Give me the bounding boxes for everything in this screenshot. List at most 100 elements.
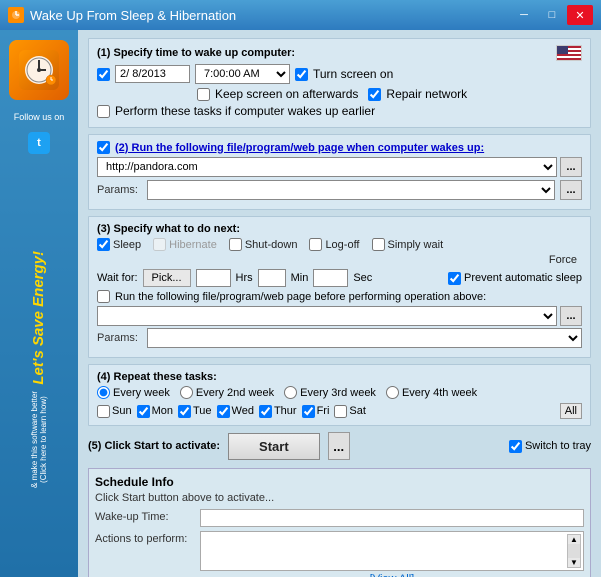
titlebar-buttons: ─ □ ✕ — [511, 5, 593, 25]
content-area: (1) Specify time to wake up computer: — [78, 30, 601, 577]
params2-label: Params: — [97, 332, 142, 344]
day-checkbox-thur[interactable] — [259, 405, 272, 418]
section-3: (3) Specify what to do next: Sleep Hiber… — [88, 216, 591, 358]
before-file-select[interactable] — [97, 306, 557, 326]
params-select[interactable] — [147, 180, 555, 200]
shutdown-option: Shut-down — [229, 238, 298, 251]
wakeup-value — [200, 509, 584, 527]
sidebar-main-text[interactable]: Let's Save Energy! — [31, 251, 48, 385]
schedule-info: Schedule Info Click Start button above t… — [88, 468, 591, 577]
day-item: Tue — [178, 405, 212, 418]
day-checkbox-sun[interactable] — [97, 405, 110, 418]
simply-wait-label: Simply wait — [388, 239, 444, 251]
url-select[interactable]: http://pandora.com — [97, 157, 557, 177]
start-dots-button[interactable]: ... — [328, 432, 350, 460]
every-4th-option: Every 4th week — [386, 386, 477, 399]
logoff-checkbox[interactable] — [309, 238, 322, 251]
start-button[interactable]: Start — [228, 433, 320, 460]
day-item: Sun — [97, 405, 132, 418]
scroll-down-button[interactable]: ▼ — [568, 558, 580, 567]
simply-wait-checkbox[interactable] — [372, 238, 385, 251]
keep-screen-checkbox[interactable] — [197, 88, 210, 101]
app-icon — [8, 7, 24, 23]
day-item: Thur — [259, 405, 297, 418]
every-week-radio[interactable] — [97, 386, 110, 399]
sidebar: Follow us on t Let's Save Energy! & make… — [0, 30, 78, 577]
every-2nd-option: Every 2nd week — [180, 386, 274, 399]
day-label-wed: Wed — [232, 405, 254, 417]
every-2nd-label: Every 2nd week — [196, 387, 274, 399]
min-input[interactable]: 5 — [258, 269, 286, 287]
time-select[interactable]: 7:00:00 AM — [195, 64, 290, 84]
pick-button[interactable]: Pick... — [143, 269, 191, 287]
run-file-before-checkbox[interactable] — [97, 290, 110, 303]
params2-select[interactable] — [147, 328, 582, 348]
section-1: (1) Specify time to wake up computer: — [88, 38, 591, 128]
sidebar-sub-text[interactable]: & make this software better(Click here t… — [30, 391, 48, 488]
date-input[interactable] — [115, 65, 190, 83]
all-days-button[interactable]: All — [560, 403, 582, 419]
every-2nd-radio[interactable] — [180, 386, 193, 399]
day-checkbox-tue[interactable] — [178, 405, 191, 418]
repair-network-label: Repair network — [386, 87, 467, 101]
every-4th-radio[interactable] — [386, 386, 399, 399]
turn-screen-on-label: Turn screen on — [313, 67, 393, 81]
close-button[interactable]: ✕ — [567, 5, 593, 25]
day-checkbox-mon[interactable] — [137, 405, 150, 418]
perform-tasks-label: Perform these tasks if computer wakes up… — [115, 104, 375, 118]
day-label-fri: Fri — [317, 405, 330, 417]
prevent-sleep-checkbox[interactable] — [448, 272, 461, 285]
date-checkbox[interactable] — [97, 68, 110, 81]
every-3rd-radio[interactable] — [284, 386, 297, 399]
scroll-indicator: ▲ ▼ — [567, 534, 581, 568]
wait-for-label: Wait for: — [97, 272, 138, 284]
actions-value: ▲ ▼ — [200, 531, 584, 571]
hrs-input[interactable] — [196, 269, 231, 287]
sec-input[interactable] — [313, 269, 348, 287]
before-file-dots-button[interactable]: ... — [560, 306, 582, 326]
section5-title: (5) Click Start to activate: — [88, 440, 220, 452]
keep-screen-label: Keep screen on afterwards — [215, 87, 358, 101]
sleep-option: Sleep — [97, 238, 141, 251]
app-logo — [9, 40, 69, 100]
section-2: (2) Run the following file/program/web p… — [88, 134, 591, 210]
us-flag — [556, 45, 582, 61]
switch-tray-checkbox[interactable] — [509, 440, 522, 453]
day-label-sat: Sat — [349, 405, 366, 417]
hrs-label: Hrs — [236, 272, 253, 284]
prevent-sleep-label: Prevent automatic sleep — [464, 272, 582, 284]
minimize-button[interactable]: ─ — [511, 5, 537, 25]
min-label: Min — [291, 272, 309, 284]
view-all-link[interactable]: [View All] — [200, 571, 584, 577]
day-label-mon: Mon — [152, 405, 173, 417]
maximize-button[interactable]: □ — [539, 5, 565, 25]
shutdown-label: Shut-down — [245, 239, 298, 251]
sec-label: Sec — [353, 272, 372, 284]
day-checkbox-sat[interactable] — [334, 405, 347, 418]
section2-title: (2) Run the following file/program/web p… — [115, 142, 484, 154]
perform-tasks-checkbox[interactable] — [97, 105, 110, 118]
sidebar-promo[interactable]: Let's Save Energy! & make this software … — [30, 172, 48, 567]
repair-network-checkbox[interactable] — [368, 88, 381, 101]
run-file-checkbox-s2[interactable] — [97, 141, 110, 154]
twitter-button[interactable]: t — [28, 132, 50, 154]
shutdown-checkbox[interactable] — [229, 238, 242, 251]
logoff-label: Log-off — [325, 239, 359, 251]
sleep-label: Sleep — [113, 239, 141, 251]
params-dots-button[interactable]: ... — [560, 180, 582, 200]
scroll-up-button[interactable]: ▲ — [568, 535, 580, 544]
switch-tray-label: Switch to tray — [525, 440, 591, 452]
url-dots-button[interactable]: ... — [560, 157, 582, 177]
section1-title: (1) Specify time to wake up computer: — [97, 47, 295, 59]
day-checkbox-fri[interactable] — [302, 405, 315, 418]
days-row: Sun Mon Tue Wed Thur Fri Sat All — [97, 403, 582, 419]
day-checkbox-wed[interactable] — [217, 405, 230, 418]
day-label-thur: Thur — [274, 405, 297, 417]
turn-screen-on-checkbox[interactable] — [295, 68, 308, 81]
day-item: Mon — [137, 405, 173, 418]
hibernate-checkbox[interactable] — [153, 238, 166, 251]
day-label-sun: Sun — [112, 405, 132, 417]
sleep-checkbox[interactable] — [97, 238, 110, 251]
hibernate-option: Hibernate — [153, 238, 217, 251]
titlebar-title: Wake Up From Sleep & Hibernation — [30, 8, 236, 23]
